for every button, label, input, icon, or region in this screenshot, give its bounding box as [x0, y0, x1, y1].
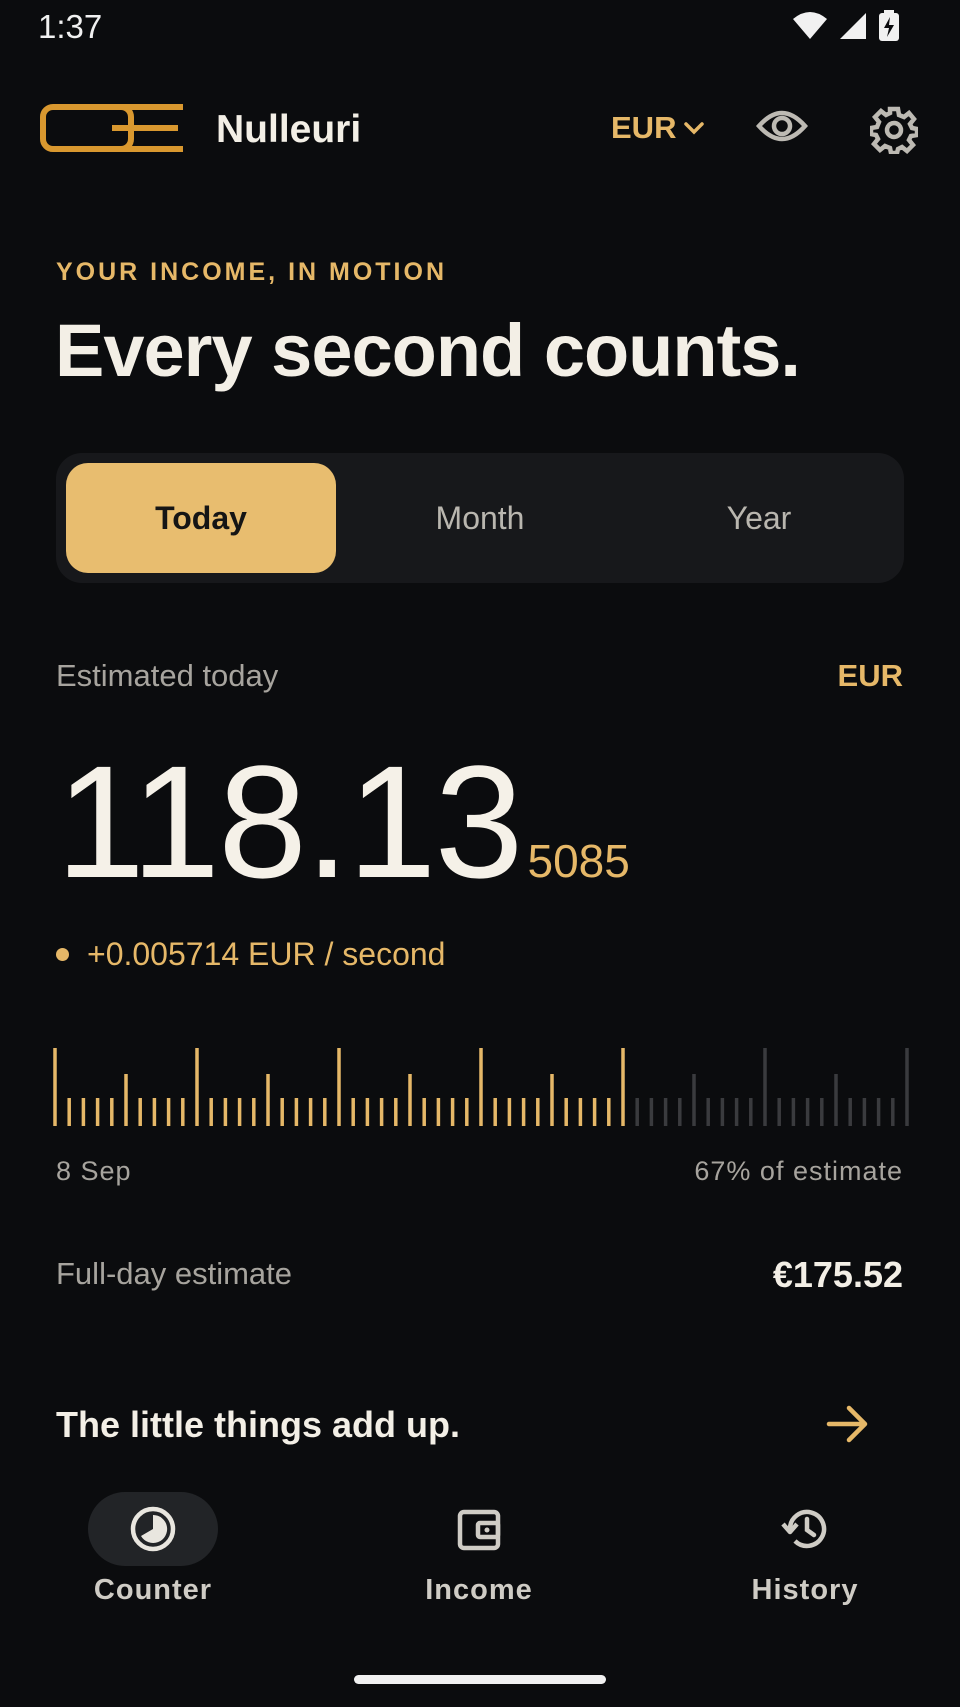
estimate-currency: EUR — [837, 658, 903, 693]
day-progress-ticks — [53, 1048, 909, 1126]
nav-history-indicator — [740, 1492, 870, 1566]
progress-percent: 67% of estimate — [694, 1156, 903, 1186]
hero-headline: Every second counts. — [55, 309, 801, 392]
app-name: Nulleuri — [216, 108, 362, 151]
arrow-right-icon — [826, 1405, 868, 1443]
tab-year[interactable]: Year — [624, 463, 894, 573]
tab-today[interactable]: Today — [66, 463, 336, 573]
promo-text[interactable]: The little things add up. — [56, 1404, 460, 1446]
counter-amount: 118.13 — [56, 732, 523, 911]
currency-selector[interactable]: EUR — [611, 110, 705, 146]
nav-counter-indicator — [88, 1492, 218, 1566]
hero-eyebrow: YOUR INCOME, IN MOTION — [56, 258, 447, 286]
counter-fraction: 5085 — [527, 835, 630, 887]
promo-arrow-button[interactable] — [826, 1404, 870, 1449]
period-tabs: Today Month Year — [56, 453, 904, 583]
signal-icon — [840, 13, 866, 39]
currency-label: EUR — [611, 110, 677, 145]
nav-income-label: Income — [425, 1574, 533, 1606]
gear-icon — [868, 106, 920, 156]
nav-history[interactable]: History — [695, 1492, 915, 1607]
home-indicator[interactable] — [354, 1675, 606, 1684]
status-icons — [792, 10, 900, 42]
history-icon — [781, 1509, 827, 1549]
app-logo — [40, 104, 183, 152]
nav-income-indicator — [414, 1492, 544, 1566]
progress-date: 8 Sep — [56, 1156, 132, 1186]
settings-button[interactable] — [868, 106, 920, 159]
tab-month[interactable]: Month — [345, 463, 615, 573]
nav-history-label: History — [751, 1574, 859, 1606]
visibility-toggle-button[interactable] — [755, 106, 809, 151]
nav-counter[interactable]: Counter — [43, 1492, 263, 1607]
estimate-label: Estimated today — [56, 658, 279, 693]
clock-icon — [130, 1506, 176, 1552]
wallet-icon — [457, 1509, 501, 1551]
nav-income[interactable]: Income — [369, 1492, 589, 1607]
chevron-down-icon — [684, 122, 705, 135]
eye-icon — [755, 110, 809, 142]
full-day-value: €175.52 — [772, 1254, 903, 1295]
rate-row: +0.005714 EUR / second — [56, 936, 445, 973]
income-counter: 118.13 5085 — [56, 730, 630, 914]
rate-text: +0.005714 EUR / second — [87, 936, 446, 972]
battery-icon — [879, 10, 899, 41]
full-day-label: Full-day estimate — [56, 1256, 293, 1291]
wifi-icon — [793, 12, 827, 39]
status-time: 1:37 — [38, 8, 103, 45]
live-dot-icon — [56, 948, 69, 961]
nav-counter-label: Counter — [93, 1574, 213, 1606]
